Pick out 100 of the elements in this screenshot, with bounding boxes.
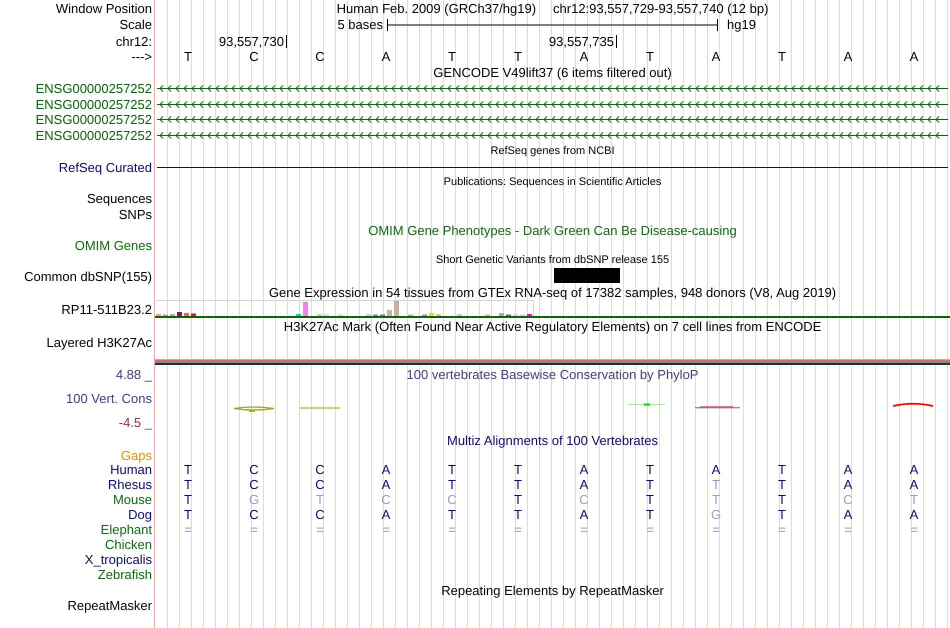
track-label: Sequences: [86, 191, 152, 206]
aligned-base: A: [580, 477, 588, 492]
base-letter: A: [580, 49, 588, 64]
aligned-base: T: [778, 492, 786, 507]
aligned-base: A: [844, 462, 852, 477]
track-title: RefSeq genes from NCBI: [490, 144, 615, 159]
aligned-base: =: [646, 522, 654, 537]
aligned-base: =: [844, 522, 852, 537]
track-title: OMIM Gene Phenotypes - Dark Green Can Be Disease-causing: [368, 222, 737, 238]
aligned-base: T: [646, 507, 654, 522]
aligned-base: C: [249, 507, 259, 522]
base-letter: C: [249, 49, 259, 64]
base-letter: T: [778, 49, 786, 64]
aligned-base: T: [514, 507, 522, 522]
conservation-trace: [892, 402, 934, 407]
track-title: Short Genetic Variants from dbSNP release 155: [436, 252, 670, 268]
aligned-base: C: [249, 477, 259, 492]
aligned-base: C: [579, 492, 589, 507]
aligned-base: T: [646, 492, 654, 507]
aligned-base: T: [184, 492, 192, 507]
coordinate-label: 93,557,730: [218, 34, 287, 48]
aligned-base: =: [712, 522, 720, 537]
aligned-base: T: [316, 492, 324, 507]
track-title: Multiz Alignments of 100 Vertebrates: [446, 432, 658, 448]
species-label: Mouse: [112, 492, 152, 507]
track-label: 100 Vert. Cons: [66, 390, 152, 406]
aligned-base: T: [646, 462, 654, 477]
expression-bar: [177, 312, 182, 316]
track-title: Gene Expression in 54 tissues from GTEx RNA-seq of 17382 samples, 948 donors (V8, Aug 2019): [268, 284, 836, 300]
track-label: Common dbSNP(155): [24, 268, 152, 284]
aligned-base: C: [381, 492, 391, 507]
aligned-base: T: [514, 492, 522, 507]
aligned-base: C: [315, 462, 325, 477]
aligned-base: =: [778, 522, 786, 537]
species-label: Dog: [128, 507, 152, 522]
base-letter: A: [382, 49, 390, 64]
aligned-base: =: [382, 522, 390, 537]
species-label: X_tropicalis: [84, 552, 152, 567]
aligned-base: T: [514, 477, 522, 492]
aligned-base: =: [184, 522, 192, 537]
aligned-base: T: [448, 477, 456, 492]
expression-bar: [394, 301, 399, 316]
axis-max-label: 4.88 _: [116, 366, 152, 382]
aligned-base: T: [778, 507, 786, 522]
species-label: Human: [110, 462, 152, 477]
track-label: ENSG00000257252: [36, 128, 152, 143]
track-title: H3K27Ac Mark (Often Found Near Active Regulatory Elements) on 7 cell lines from ENCODE: [284, 319, 822, 334]
aligned-base: =: [910, 522, 918, 537]
species-label: Elephant: [100, 522, 152, 537]
track-label: RefSeq Curated: [58, 160, 152, 175]
aligned-base: A: [382, 507, 390, 522]
aligned-base: T: [646, 477, 654, 492]
assembly-label: Human Feb. 2009 (GRCh37/hg19): [336, 0, 536, 16]
aligned-base: C: [315, 507, 325, 522]
base-letter: C: [315, 49, 325, 64]
aligned-base: C: [447, 492, 457, 507]
expression-bar: [303, 302, 308, 316]
track-label: ENSG00000257252: [36, 81, 152, 96]
aligned-base: G: [248, 492, 260, 507]
track-title: 100 vertebrates Basewise Conservation by PhyloP: [406, 366, 698, 382]
aligned-base: T: [910, 492, 918, 507]
aligned-base: T: [778, 462, 786, 477]
aligned-base: A: [844, 507, 852, 522]
aligned-base: T: [712, 492, 720, 507]
aligned-base: G: [710, 507, 722, 522]
aligned-base: T: [184, 507, 192, 522]
expression-bar: [429, 313, 434, 316]
track-label: Window Position: [56, 0, 152, 16]
aligned-base: A: [712, 462, 720, 477]
aligned-base: =: [580, 522, 588, 537]
base-letter: A: [712, 49, 720, 64]
track-label: OMIM Genes: [74, 238, 152, 253]
coordinate-label: 93,557,735: [548, 34, 617, 48]
species-label: Chicken: [105, 537, 152, 552]
expression-bar: [184, 313, 189, 316]
base-letter: T: [514, 49, 522, 64]
species-label: Rhesus: [108, 477, 152, 492]
aligned-base: =: [448, 522, 456, 537]
aligned-base: T: [514, 462, 522, 477]
position-range: chr12:93,557,729-93,557,740 (12 bp): [553, 0, 768, 16]
track-label: ENSG00000257252: [36, 112, 152, 128]
base-letter: A: [844, 49, 852, 64]
track-label: --->: [131, 49, 152, 64]
aligned-base: A: [382, 462, 390, 477]
track-label: RP11-511B23.2: [61, 302, 152, 316]
track-label: chr12:: [116, 34, 152, 48]
aligned-base: =: [316, 522, 324, 537]
aligned-base: C: [249, 462, 259, 477]
assembly-name: hg19: [727, 17, 756, 32]
expression-bar: [387, 310, 392, 316]
aligned-base: A: [910, 462, 918, 477]
aligned-base: A: [910, 477, 918, 492]
aligned-base: T: [712, 477, 720, 492]
base-letter: A: [910, 49, 918, 64]
aligned-base: A: [844, 477, 852, 492]
conservation-trace: [233, 406, 275, 412]
expression-bar: [191, 314, 196, 316]
base-letter: T: [184, 49, 192, 64]
track-label: Layered H3K27Ac: [46, 335, 152, 350]
aligned-base: T: [448, 507, 456, 522]
